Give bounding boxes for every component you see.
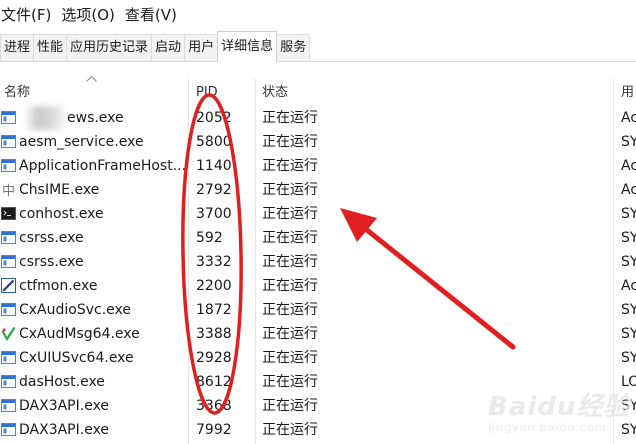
baidu-jingyan-watermark: Baidu经验 jingyan.baidu.com [488,386,632,440]
process-name: CxUIUSvc64.exe [19,350,134,366]
process-status: 正在运行 [262,110,318,126]
process-pid: 5800 [196,134,232,150]
process-pid: 2052 [196,110,232,126]
window-blue-icon [1,350,16,365]
process-pid: 2200 [196,278,232,294]
process-status: 正在运行 [262,206,318,222]
tab-details[interactable]: 详细信息 [217,31,278,62]
process-status: 正在运行 [262,302,318,318]
menu-view[interactable]: 查看(V) [120,0,182,30]
process-pid: 1140 [196,158,232,174]
process-name: ctfmon.exe [19,278,98,294]
table-row[interactable]: ApplicationFrameHost.... 1140 正在运行 Ac [0,154,636,178]
process-name: DAX3API.exe [19,398,110,414]
process-status: 正在运行 [262,326,318,342]
process-pid: 1872 [196,302,232,318]
tab-users[interactable]: 用户 [184,34,219,61]
process-user: Ac [621,182,636,198]
window-blue-icon [1,158,16,173]
table-row[interactable]: CxAudioSvc.exe 1872 正在运行 SY [0,298,636,322]
console-icon [1,206,16,221]
process-pid: 592 [196,230,223,246]
tab-bar: 进程 性能 应用历史记录 启动 用户 详细信息 服务 [0,30,636,62]
table-header: 名称 PID 状态 用 [0,81,636,105]
table-row[interactable]: conhost.exe 3700 正在运行 SY [0,202,636,226]
process-user: SY [621,254,636,270]
process-name: conhost.exe [19,206,104,222]
tab-startup[interactable]: 启动 [151,34,186,61]
process-user: SY [621,206,636,222]
tab-app-history[interactable]: 应用历史记录 [66,34,153,61]
window-blue-icon [1,302,16,317]
process-pid: 3332 [196,254,232,270]
chinese-ime-icon: 中 [1,182,16,199]
process-pid: 7992 [196,422,232,438]
menu-bar: 文件(F) 选项(O) 查看(V) [0,0,636,30]
process-name: csrss.exe [19,230,84,246]
process-user: SY [621,302,636,318]
process-status: 正在运行 [262,350,318,366]
column-header-user[interactable]: 用 [621,81,634,105]
window-blue-icon [1,254,16,269]
watermark-text: Baidu经验 [488,392,631,422]
process-status: 正在运行 [262,278,318,294]
process-user: Ac [621,110,636,126]
process-name: ChsIME.exe [19,182,100,198]
process-pid: 3368 [196,398,232,414]
process-user: SY [621,350,636,366]
process-status: 正在运行 [262,158,318,174]
tab-processes[interactable]: 进程 [0,34,35,61]
process-user: Ac [621,278,636,294]
process-name: DAX3API.exe [19,422,110,438]
process-pid: 8612 [196,374,232,390]
process-user: SY [621,326,636,342]
window-blue-icon [1,422,16,437]
table-row[interactable]: CxAudMsg64.exe 3388 正在运行 SY [0,322,636,346]
process-user: SY [621,134,636,150]
column-header-name[interactable]: 名称 [4,81,30,105]
column-header-pid[interactable]: PID [196,81,218,105]
table-row[interactable]: CxUIUSvc64.exe 2928 正在运行 SY [0,346,636,370]
audio-check-icon [1,326,16,342]
column-header-status[interactable]: 状态 [262,81,288,105]
window-blue-icon [1,398,16,413]
window-blue-icon [1,110,16,125]
process-name: aesm_service.exe [19,134,144,150]
table-row[interactable]: csrss.exe 592 正在运行 SY [0,226,636,250]
process-name: dasHost.exe [19,374,105,390]
window-blue-icon [1,374,16,389]
watermark-subtext: jingyan.baidu.com [488,421,607,434]
process-status: 正在运行 [262,134,318,150]
process-user: Ac [621,158,636,174]
process-name: CxAudioSvc.exe [19,302,132,318]
window-blue-icon [1,230,16,245]
process-status: 正在运行 [262,182,318,198]
process-user: SY [621,230,636,246]
process-pid: 3388 [196,326,232,342]
table-row[interactable]: 中 ChsIME.exe 2792 正在运行 Ac [0,178,636,202]
menu-file[interactable]: 文件(F) [0,0,56,30]
tab-performance[interactable]: 性能 [33,34,68,61]
tab-services[interactable]: 服务 [276,34,311,61]
process-pid: 3700 [196,206,232,222]
redacted-name-blur [25,106,65,130]
table-row[interactable]: aesm_service.exe 5800 正在运行 SY [0,130,636,154]
table-row[interactable]: ctfmon.exe 2200 正在运行 Ac [0,274,636,298]
process-pid: 2792 [196,182,232,198]
process-status: 正在运行 [262,230,318,246]
menu-options[interactable]: 选项(O) [56,0,120,30]
svg-text:中: 中 [2,184,15,197]
process-name: ApplicationFrameHost.... [19,158,187,174]
process-name: CxAudMsg64.exe [19,326,140,342]
process-status: 正在运行 [262,254,318,270]
table-row[interactable]: csrss.exe 3332 正在运行 SY [0,250,636,274]
process-pid: 2928 [196,350,232,366]
process-name: csrss.exe [19,254,84,270]
window-blue-icon [1,134,16,149]
table-row[interactable]: ews.exe 2052 正在运行 Ac [0,106,636,130]
pen-icon [1,278,16,293]
